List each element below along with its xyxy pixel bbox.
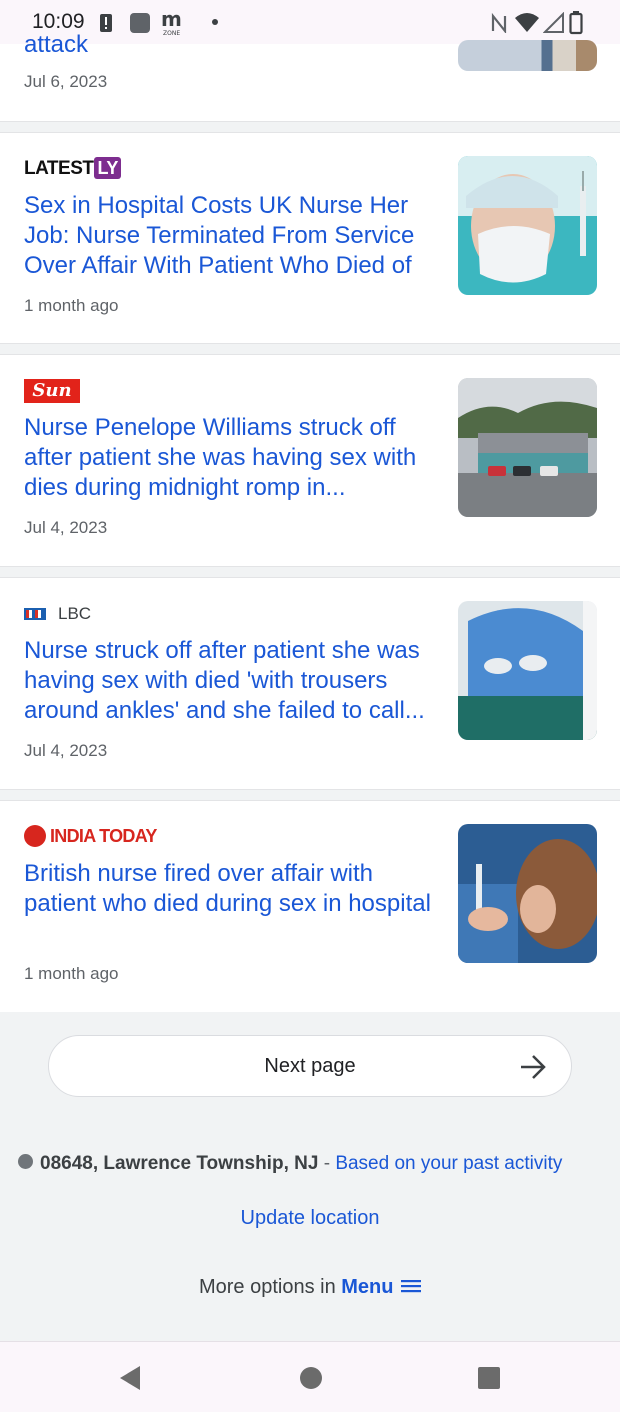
article-date: Jul 6, 2023 <box>24 72 108 91</box>
divider <box>0 343 620 355</box>
article-title[interactable]: Nurse struck off after patient she was h… <box>24 636 436 726</box>
battery-icon <box>569 11 583 35</box>
more-options: More options in Menu <box>0 1276 620 1299</box>
article-card-partial[interactable]: attack Jul 6, 2023 <box>0 31 620 121</box>
article-thumbnail[interactable] <box>458 601 597 740</box>
location-dot-icon <box>18 1154 33 1169</box>
lbc-logo-icon <box>24 608 46 620</box>
location-line: 08648, Lawrence Township, NJ - Based on … <box>18 1153 562 1175</box>
source-lbc: LBC <box>24 604 91 624</box>
surgeon-image <box>458 601 597 740</box>
divider <box>0 566 620 578</box>
source-logo-the-sun: Sun <box>24 379 80 403</box>
article-date: 1 month ago <box>24 296 119 315</box>
source-logo-latestly: LATEST LY <box>24 157 121 180</box>
article-thumbnail[interactable] <box>458 40 597 71</box>
back-icon[interactable] <box>117 1364 143 1392</box>
article-title[interactable]: attack <box>24 30 436 60</box>
divider <box>0 789 620 801</box>
india-today-logo-icon <box>24 825 46 847</box>
system-nav-bar <box>0 1341 620 1412</box>
article-title[interactable]: Nurse Penelope Williams struck off after… <box>24 413 436 503</box>
menu-link[interactable]: Menu <box>341 1276 422 1298</box>
divider <box>0 121 620 133</box>
article-thumbnail[interactable] <box>458 378 597 517</box>
article-date: Jul 4, 2023 <box>24 741 108 760</box>
hospital-building-image <box>458 378 597 517</box>
signal-icon <box>543 12 564 33</box>
nfc-icon <box>491 13 507 33</box>
location-basis-link[interactable]: Based on your past activity <box>335 1153 562 1174</box>
article-thumbnail[interactable] <box>458 156 597 295</box>
location-place: 08648, Lawrence Township, NJ <box>40 1153 319 1174</box>
location-separator: - <box>323 1153 331 1174</box>
article-card[interactable]: LBC Nurse struck off after patient she w… <box>0 578 620 789</box>
article-title[interactable]: British nurse fired over affair with pat… <box>24 859 436 919</box>
article-title[interactable]: Sex in Hospital Costs UK Nurse Her Job: … <box>24 191 436 281</box>
next-page-label: Next page <box>264 1055 356 1077</box>
home-icon[interactable] <box>298 1365 324 1391</box>
update-location-link[interactable]: Update location <box>0 1207 620 1230</box>
article-card[interactable]: Sun Nurse Penelope Williams struck off a… <box>0 355 620 566</box>
recents-icon[interactable] <box>477 1366 501 1390</box>
article-card[interactable]: LATEST LY Sex in Hospital Costs UK Nurse … <box>0 133 620 343</box>
next-page-button[interactable]: Next page <box>48 1035 572 1097</box>
article-thumbnail[interactable] <box>458 824 597 963</box>
article-card[interactable]: INDIA TODAY British nurse fired over aff… <box>0 801 620 1012</box>
more-options-prefix: More options in <box>198 1276 336 1298</box>
nurse-vaccine-image <box>458 824 597 963</box>
menu-icon <box>401 1280 422 1293</box>
wifi-icon <box>515 13 539 32</box>
nurse-mask-image <box>458 156 597 295</box>
svg-text:m: m <box>161 10 182 31</box>
dot-icon <box>212 19 218 25</box>
source-india-today: INDIA TODAY <box>24 825 157 847</box>
article-date: 1 month ago <box>24 964 119 983</box>
article-date: Jul 4, 2023 <box>24 518 108 537</box>
arrow-right-icon <box>521 1055 546 1079</box>
